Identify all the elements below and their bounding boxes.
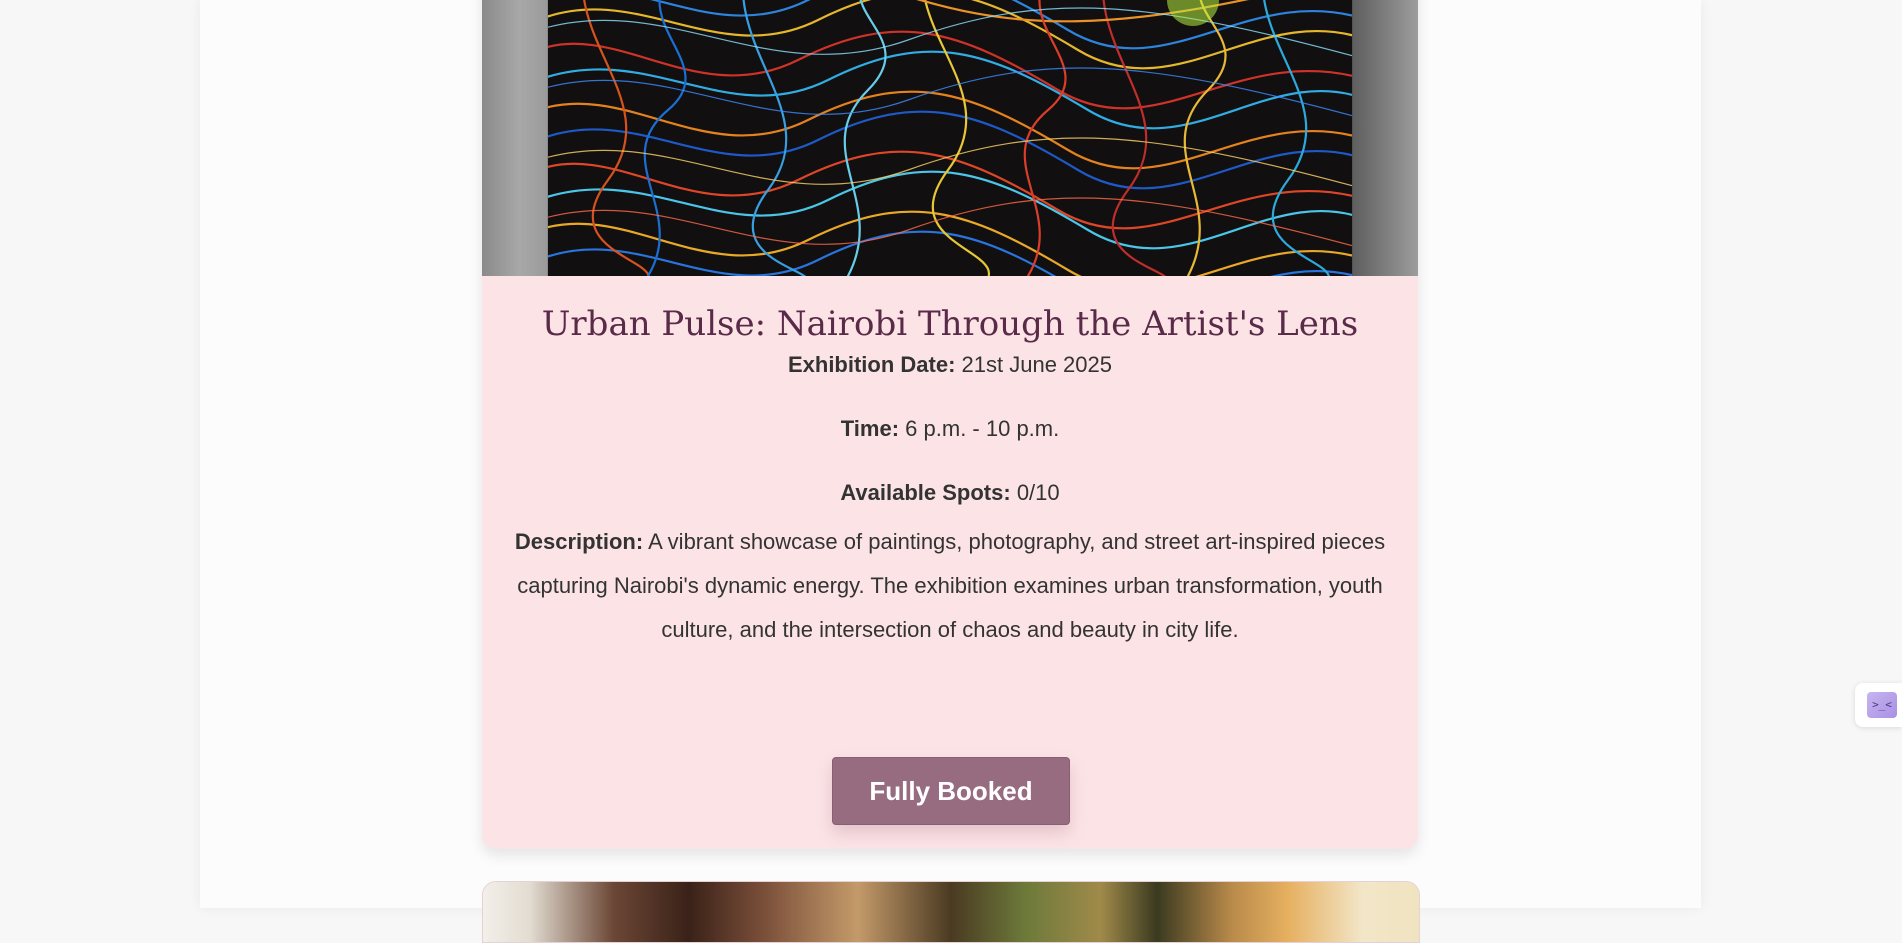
abstract-lines-artwork — [548, 0, 1352, 276]
next-event-image — [483, 882, 1419, 942]
exhibition-date-label: Exhibition Date: — [787, 352, 956, 377]
next-event-card — [482, 881, 1420, 943]
exhibition-date: Exhibition Date: 21st June 2025 — [482, 352, 1418, 378]
exhibition-time-label: Time: — [840, 416, 900, 441]
exhibition-date-value: 21st June 2025 — [961, 352, 1113, 377]
available-spots-value: 0/10 — [1016, 480, 1060, 505]
event-card: Urban Pulse: Nairobi Through the Artist'… — [482, 0, 1418, 849]
event-description: Description: A vibrant showcase of paint… — [506, 520, 1394, 652]
available-spots-label: Available Spots: — [840, 480, 1011, 505]
exhibition-time: Time: 6 p.m. - 10 p.m. — [482, 416, 1418, 442]
code-icon[interactable]: >_< — [1867, 692, 1897, 718]
description-text: A vibrant showcase of paintings, photogr… — [517, 529, 1386, 642]
exhibition-time-value: 6 p.m. - 10 p.m. — [905, 416, 1060, 441]
side-widget[interactable]: >_< — [1855, 683, 1902, 727]
description-label: Description: — [514, 529, 644, 554]
event-artwork-image — [482, 0, 1418, 276]
fully-booked-button[interactable]: Fully Booked — [832, 757, 1070, 825]
available-spots: Available Spots: 0/10 — [482, 480, 1418, 506]
event-title: Urban Pulse: Nairobi Through the Artist'… — [541, 304, 1359, 344]
